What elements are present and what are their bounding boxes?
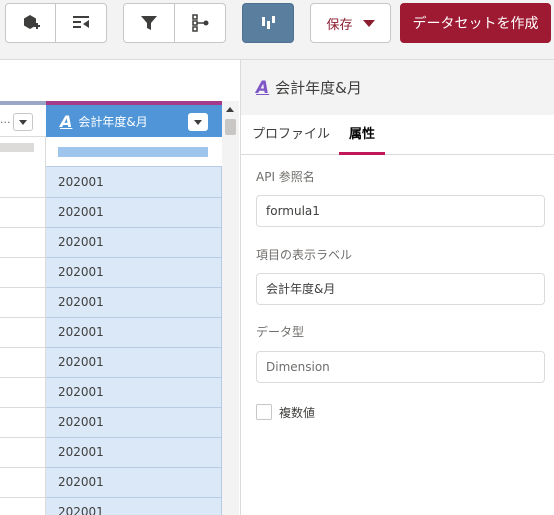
column-selected-header[interactable]: A 会計年度&月 (46, 101, 222, 137)
tree-icon (192, 14, 209, 32)
save-button[interactable]: 保存 (310, 3, 391, 43)
api-name-input[interactable]: formula1 (256, 195, 545, 227)
table-cell[interactable]: 202001 (46, 378, 222, 408)
table-cell[interactable]: 202001 (46, 318, 222, 348)
display-label-input[interactable]: 会計年度&月 (256, 273, 545, 305)
table-cell[interactable] (0, 318, 46, 348)
api-name-label: API 参照名 (256, 170, 315, 184)
multi-value-checkbox[interactable] (256, 404, 272, 420)
panel-header: A 会計年度&月 (241, 60, 554, 115)
column-selected-label: 会計年度&月 (78, 114, 148, 129)
table-cell[interactable]: 202001 (46, 168, 222, 198)
column-other-profile-bar (0, 143, 34, 152)
table-cell[interactable]: 202001 (46, 228, 222, 258)
create-dataset-label: データセットを作成 (412, 16, 539, 32)
table-cell[interactable]: 202001 (46, 438, 222, 468)
table-cell[interactable] (0, 258, 46, 288)
table-cell[interactable] (0, 168, 46, 198)
panel-title: 会計年度&月 (275, 79, 362, 97)
bar-chart-icon (262, 16, 275, 29)
column-profile-row (46, 137, 222, 167)
column-other: ... (0, 101, 46, 515)
formula-text-icon: A (60, 111, 73, 131)
funnel-icon (141, 16, 157, 30)
table-cell[interactable]: 202001 (46, 408, 222, 438)
table-cell[interactable] (0, 228, 46, 258)
app-root: 保存 データセットを作成 ... A 会計年度&月 202001 202001 … (0, 0, 554, 515)
column-selected: A 会計年度&月 202001 202001 202001 202001 202001 2… (46, 101, 222, 515)
data-type-label: データ型 (256, 325, 305, 339)
table-cell[interactable]: 202001 (46, 288, 222, 318)
save-label: 保存 (326, 17, 353, 33)
column-selected-menu-button[interactable] (188, 113, 208, 131)
table-cell[interactable] (0, 288, 46, 318)
table-cell[interactable] (0, 498, 46, 515)
field-properties-panel: A 会計年度&月 プロファイル 属性 API 参照名 formula1 項目の表… (240, 60, 554, 515)
multi-value-label: 複数値 (279, 406, 316, 420)
formula-text-icon: A (256, 77, 270, 98)
list-filter-icon (73, 16, 89, 28)
table-cell[interactable]: 202001 (46, 468, 222, 498)
chevron-down-icon (194, 119, 202, 125)
tab-profile[interactable]: プロファイル (252, 115, 330, 155)
table-cell[interactable] (0, 408, 46, 438)
data-type-field: Dimension (256, 351, 545, 383)
tab-attributes[interactable]: 属性 (339, 115, 386, 155)
column-profile-bar (58, 147, 208, 157)
data-grid: ... A 会計年度&月 202001 202001 202001 202001 202… (0, 60, 240, 515)
add-node-icon (23, 15, 40, 29)
add-node-button[interactable] (5, 3, 56, 43)
table-cell[interactable] (0, 198, 46, 228)
scrollbar-thumb[interactable] (225, 119, 236, 135)
scroll-up-icon[interactable] (226, 107, 234, 112)
table-cell[interactable]: 202001 (46, 498, 222, 515)
tree-button[interactable] (175, 3, 226, 43)
table-cell[interactable]: 202001 (46, 258, 222, 288)
column-other-menu-button[interactable] (13, 113, 33, 131)
column-other-header[interactable]: ... (0, 101, 46, 137)
table-cell[interactable] (0, 468, 46, 498)
chevron-down-icon (19, 119, 27, 125)
table-cell[interactable] (0, 378, 46, 408)
chevron-down-icon (362, 19, 375, 27)
toolbar: 保存 データセットを作成 (0, 0, 554, 60)
vertical-scrollbar[interactable] (222, 101, 239, 515)
create-dataset-button[interactable]: データセットを作成 (400, 3, 551, 43)
list-filter-button[interactable] (56, 3, 107, 43)
column-other-label: ... (0, 113, 11, 126)
filter-button[interactable] (123, 3, 175, 43)
display-label-label: 項目の表示ラベル (256, 248, 353, 262)
panel-tabs: プロファイル 属性 (241, 115, 554, 155)
table-cell[interactable] (0, 438, 46, 468)
table-cell[interactable]: 202001 (46, 348, 222, 378)
table-cell[interactable]: 202001 (46, 198, 222, 228)
chart-view-button[interactable] (242, 3, 294, 43)
table-cell[interactable] (0, 348, 46, 378)
